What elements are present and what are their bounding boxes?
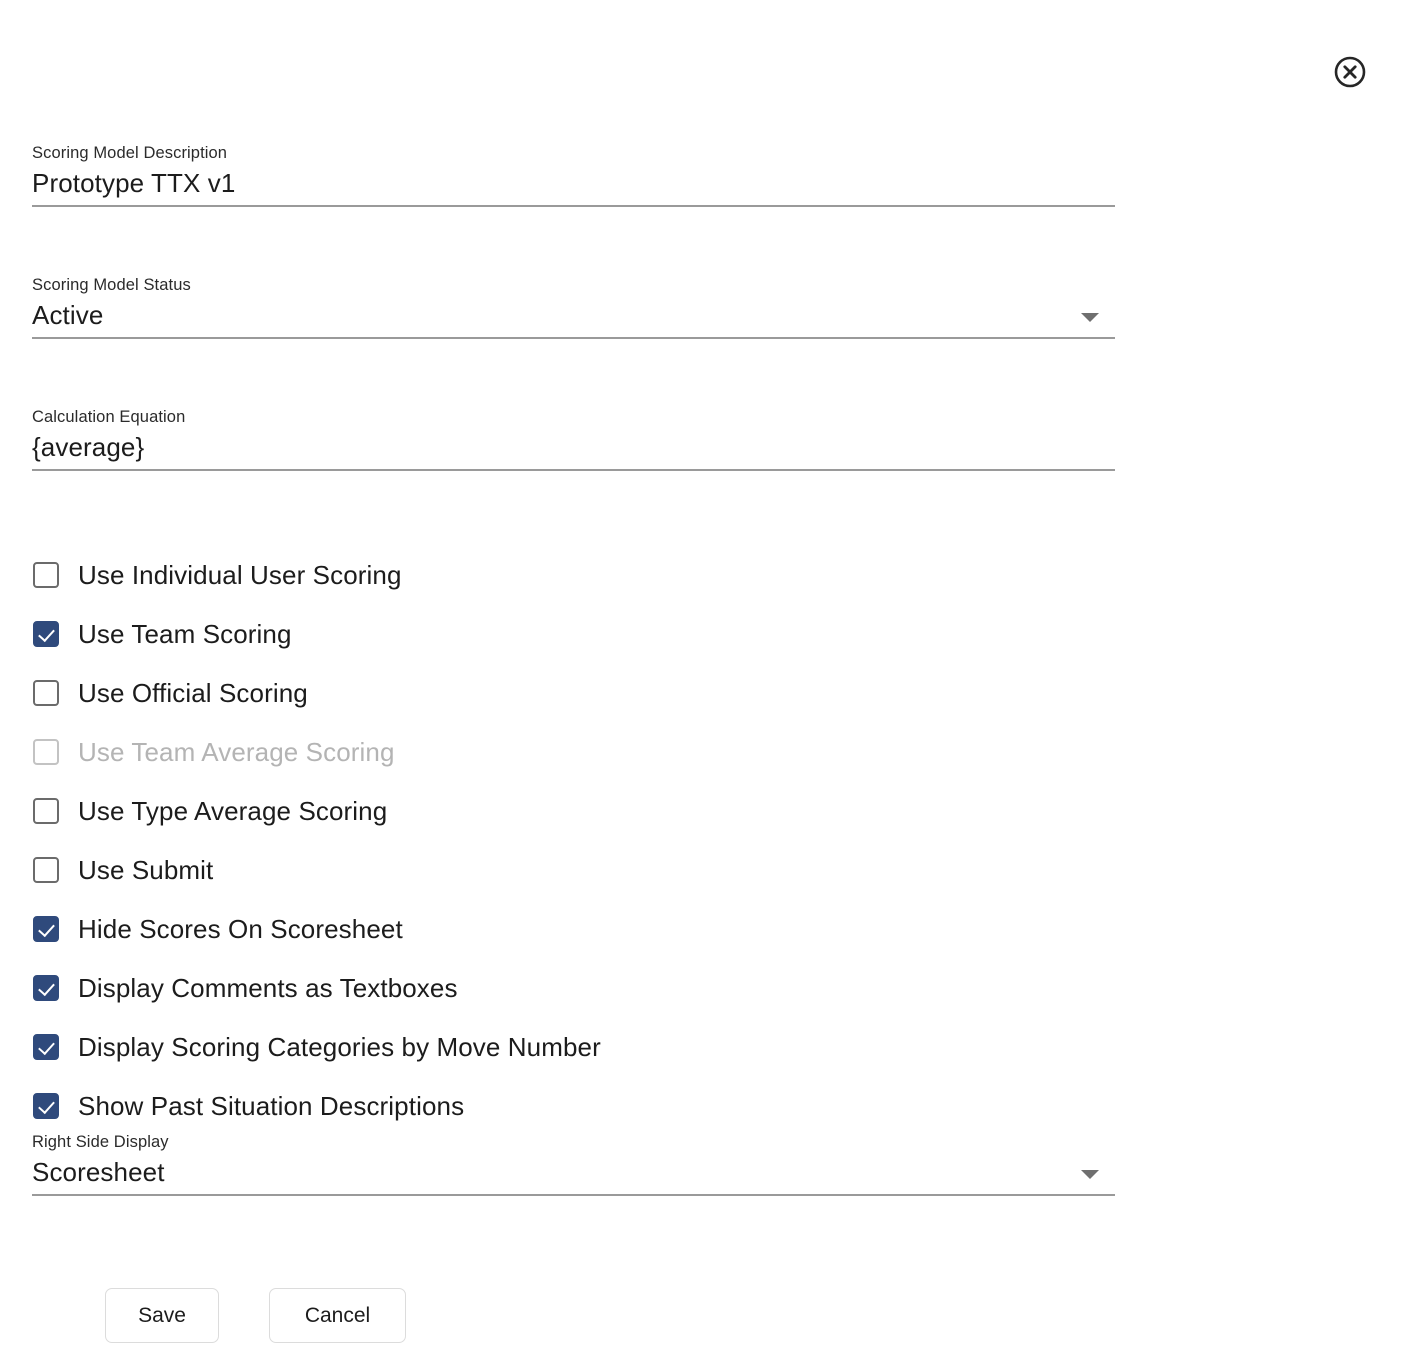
field-value: {average} (32, 432, 145, 462)
field-label: Scoring Model Status (32, 276, 191, 294)
checkbox-label: Show Past Situation Descriptions (78, 1090, 465, 1121)
field-right-side-display: Right Side Display Scoresheet (32, 1132, 1115, 1196)
checkbox-unchecked-icon[interactable] (33, 679, 59, 706)
form-actions: Save Cancel (105, 1288, 406, 1343)
close-dialog-button[interactable] (1333, 55, 1367, 89)
chevron-down-icon (1081, 1170, 1099, 1179)
checkbox-row-display-comments-as-textboxes[interactable]: Display Comments as Textboxes (33, 958, 1033, 1017)
field-scoring-model-description: Scoring Model Description Prototype TTX … (32, 143, 1115, 207)
field-label: Scoring Model Description (32, 144, 228, 162)
checkbox-label: Display Comments as Textboxes (78, 972, 458, 1003)
checkbox-unchecked-icon[interactable] (33, 561, 59, 588)
right-side-display-select[interactable]: Scoresheet (32, 1152, 1115, 1196)
checkbox-label: Use Official Scoring (78, 677, 308, 708)
checkbox-row-use-submit[interactable]: Use Submit (33, 840, 1033, 899)
checkbox-row-hide-scores-on-scoresheet[interactable]: Hide Scores On Scoresheet (33, 899, 1033, 958)
checkbox-row-use-official-scoring[interactable]: Use Official Scoring (33, 663, 1033, 722)
checkbox-checked-icon[interactable] (33, 1033, 59, 1060)
field-value: Scoresheet (32, 1157, 165, 1187)
checkbox-row-use-individual-user-scoring[interactable]: Use Individual User Scoring (33, 545, 1033, 604)
scoring-options-checkbox-list: Use Individual User Scoring Use Team Sco… (33, 545, 1033, 1135)
field-scoring-model-status: Scoring Model Status Active (32, 275, 1115, 339)
field-value: Active (32, 300, 104, 330)
scoring-model-description-input[interactable]: Prototype TTX v1 (32, 163, 1115, 207)
cancel-button[interactable]: Cancel (269, 1288, 406, 1343)
chevron-down-icon (1081, 313, 1099, 322)
checkbox-checked-icon[interactable] (33, 974, 59, 1001)
checkbox-checked-icon[interactable] (33, 620, 59, 647)
field-value: Prototype TTX v1 (32, 168, 236, 198)
save-button[interactable]: Save (105, 1288, 219, 1343)
checkbox-label: Display Scoring Categories by Move Numbe… (78, 1031, 601, 1062)
checkbox-unchecked-icon[interactable] (33, 797, 59, 824)
checkbox-row-show-past-situation-descriptions[interactable]: Show Past Situation Descriptions (33, 1076, 1033, 1135)
checkbox-label: Use Submit (78, 854, 214, 885)
checkbox-label: Use Team Scoring (78, 618, 292, 649)
field-calculation-equation: Calculation Equation {average} (32, 407, 1115, 471)
checkbox-label: Use Individual User Scoring (78, 559, 402, 590)
checkbox-label: Hide Scores On Scoresheet (78, 913, 403, 944)
close-circle-icon (1333, 55, 1367, 89)
checkbox-checked-icon[interactable] (33, 1092, 59, 1119)
field-label: Right Side Display (32, 1133, 169, 1151)
checkbox-row-use-team-average-scoring: Use Team Average Scoring (33, 722, 1033, 781)
checkbox-row-display-scoring-categories-by-move[interactable]: Display Scoring Categories by Move Numbe… (33, 1017, 1033, 1076)
checkbox-label: Use Team Average Scoring (78, 736, 395, 767)
checkbox-checked-icon[interactable] (33, 915, 59, 942)
checkbox-row-use-type-average-scoring[interactable]: Use Type Average Scoring (33, 781, 1033, 840)
checkbox-label: Use Type Average Scoring (78, 795, 388, 826)
field-label: Calculation Equation (32, 408, 186, 426)
checkbox-unchecked-disabled-icon (33, 738, 59, 765)
calculation-equation-input[interactable]: {average} (32, 427, 1115, 471)
checkbox-unchecked-icon[interactable] (33, 856, 59, 883)
scoring-model-status-select[interactable]: Active (32, 295, 1115, 339)
checkbox-row-use-team-scoring[interactable]: Use Team Scoring (33, 604, 1033, 663)
